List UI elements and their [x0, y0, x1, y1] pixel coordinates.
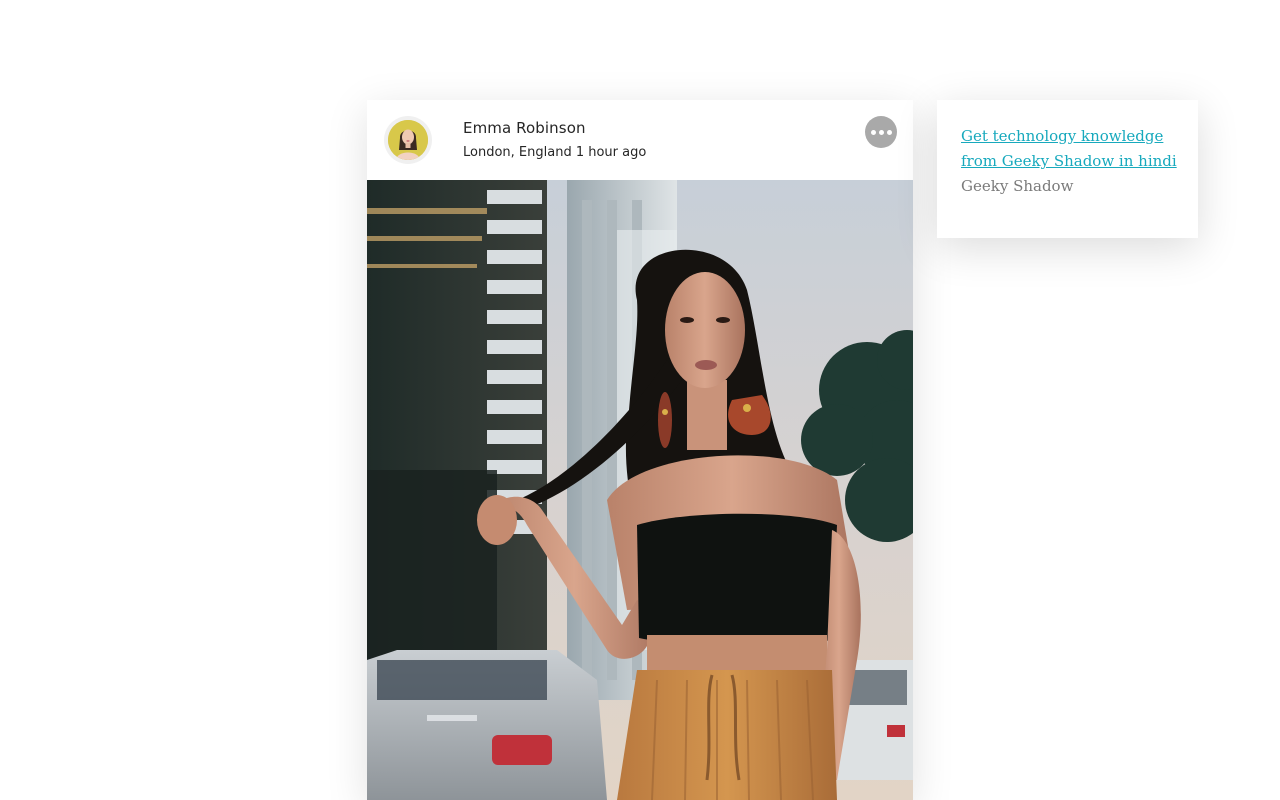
more-horizontal-icon-dot — [878, 129, 884, 135]
more-horizontal-icon — [870, 129, 876, 135]
suggestion-source: Geeky Shadow — [961, 177, 1074, 195]
suggestion-card: Get technology knowledge from Geeky Shad… — [937, 100, 1198, 238]
avatar[interactable] — [384, 116, 432, 164]
suggestion-link[interactable]: Get technology knowledge from Geeky Shad… — [961, 124, 1181, 174]
avatar-portrait-icon — [388, 120, 428, 160]
author-name[interactable]: Emma Robinson — [463, 119, 586, 137]
post-card: Emma Robinson London, England 1 hour ago — [367, 100, 913, 800]
post-photo[interactable] — [367, 180, 913, 800]
post-location-time: London, England 1 hour ago — [463, 145, 647, 160]
avatar-image — [388, 120, 428, 160]
more-options-button[interactable] — [865, 116, 897, 148]
more-horizontal-icon-dot — [886, 129, 892, 135]
post-header: Emma Robinson London, England 1 hour ago — [367, 100, 913, 180]
post-photo-illustration — [367, 180, 913, 800]
